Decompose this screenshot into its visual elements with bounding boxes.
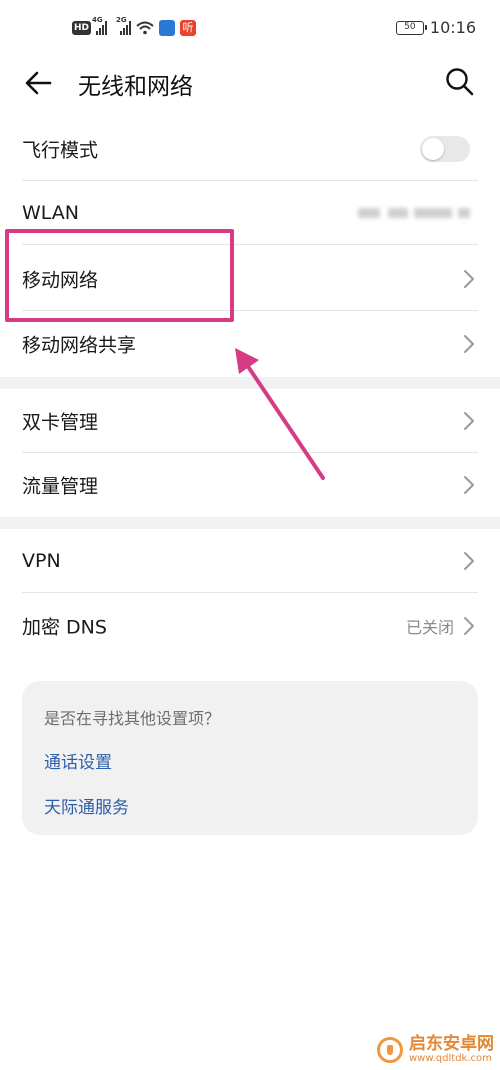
- private-dns-status: 已关闭: [405, 618, 454, 637]
- site-watermark: 启东安卓网 www.qdltdk.com: [377, 1033, 494, 1064]
- wifi-icon: [136, 21, 154, 35]
- chevron-right-icon: [464, 412, 474, 430]
- suggestions-card: 是否在寻找其他设置项？ 通话设置 天际通服务: [22, 681, 478, 835]
- chevron-right-icon: [464, 476, 474, 494]
- status-icons-left: HD 4G 2G 听: [72, 16, 197, 38]
- search-icon[interactable]: [444, 66, 476, 98]
- wlan-network-name-blurred: [358, 204, 476, 222]
- sim2-signal-icon: 2G: [116, 16, 132, 35]
- page-title: 无线和网络: [78, 74, 193, 100]
- airplane-mode-label: 飞行模式: [22, 139, 99, 162]
- clock: 10:16: [429, 18, 476, 37]
- group-separator: [0, 517, 500, 529]
- chevron-right-icon: [464, 270, 474, 288]
- watermark-site-name: 启东安卓网: [409, 1033, 494, 1054]
- battery-icon: 50: [395, 20, 427, 35]
- settings-row-airplane-mode[interactable]: 飞行模式: [0, 117, 500, 181]
- vpn-label: VPN: [22, 550, 61, 572]
- status-bar: HD 4G 2G 听 50 10:16: [0, 0, 500, 58]
- app-notification-icon: [159, 20, 176, 36]
- status-icons-right: 50 10:16: [395, 18, 476, 37]
- settings-row-vpn[interactable]: VPN: [0, 529, 500, 593]
- chevron-right-icon: [464, 335, 474, 353]
- music-app-icon: 听: [180, 20, 197, 36]
- back-arrow-icon[interactable]: [22, 66, 56, 100]
- call-settings-link[interactable]: 通话设置: [44, 748, 112, 773]
- airplane-mode-toggle[interactable]: [420, 136, 470, 162]
- pointer-arrow-annotation: [235, 348, 325, 480]
- private-dns-label: 加密 DNS: [22, 616, 107, 639]
- suggestions-title: 是否在寻找其他设置项？: [44, 709, 221, 728]
- settings-row-private-dns[interactable]: 加密 DNS 已关闭: [0, 594, 500, 658]
- sim1-signal-icon: 4G: [92, 16, 108, 35]
- row-divider: [22, 592, 478, 593]
- chevron-right-icon: [464, 552, 474, 570]
- chevron-right-icon: [464, 617, 474, 635]
- highlight-box-annotation: [5, 229, 234, 322]
- data-usage-label: 流量管理: [22, 475, 99, 498]
- hd-voice-icon: HD: [72, 21, 92, 35]
- watermark-logo-icon: [377, 1036, 403, 1063]
- tethering-label: 移动网络共享: [22, 334, 137, 357]
- dual-sim-label: 双卡管理: [22, 411, 99, 434]
- skytone-service-link[interactable]: 天际通服务: [44, 793, 129, 818]
- watermark-url: www.qdltdk.com: [409, 1052, 492, 1064]
- wlan-label: WLAN: [22, 202, 80, 224]
- toggle-knob: [422, 138, 444, 160]
- app-bar: 无线和网络: [0, 58, 500, 108]
